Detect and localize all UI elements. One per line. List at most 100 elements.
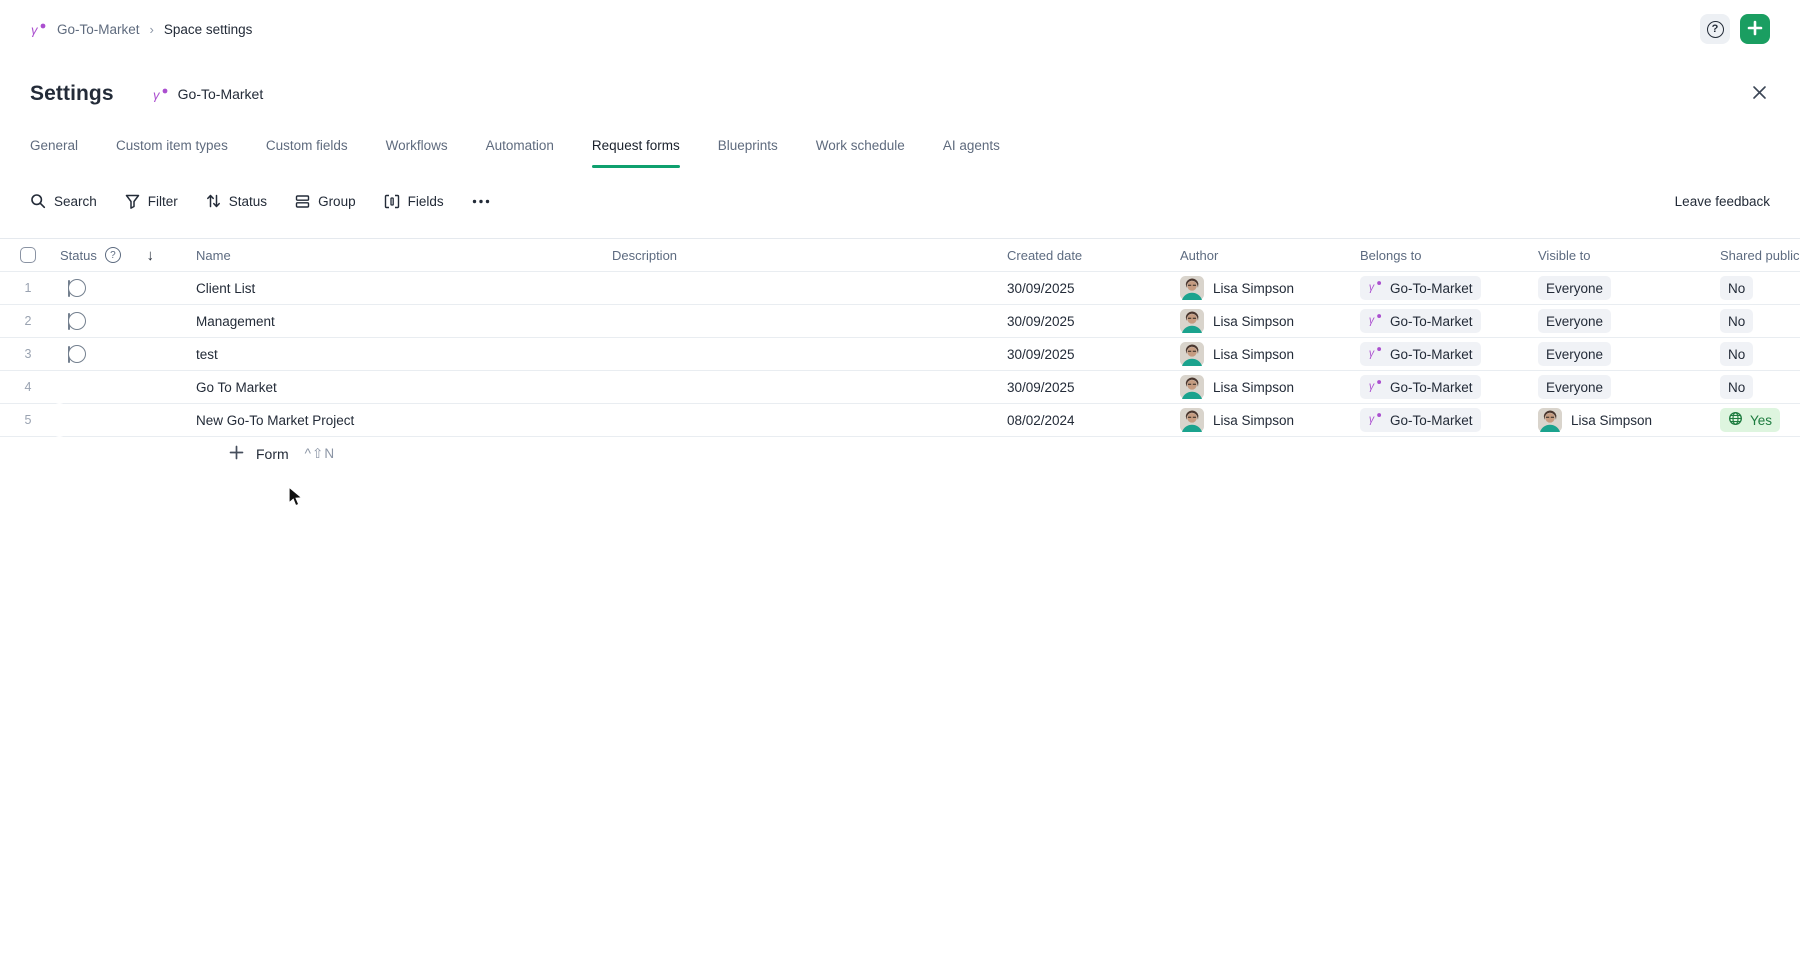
avatar [1180, 375, 1204, 399]
author-cell: Lisa Simpson [1180, 375, 1360, 399]
toolbar-items: Search Filter Status Group Fields [30, 193, 490, 209]
visible-to-label: Everyone [1546, 347, 1603, 362]
add-form-button[interactable]: Form [229, 445, 289, 463]
tab-automation[interactable]: Automation [486, 120, 554, 170]
belongs-to-cell: γGo-To-Market [1360, 342, 1538, 366]
tab-blueprints[interactable]: Blueprints [718, 120, 778, 170]
column-shared-publicly[interactable]: Shared publicly [1715, 248, 1800, 263]
svg-text:γ: γ [1369, 347, 1375, 359]
status-cell [56, 314, 196, 329]
ellipsis-icon [472, 199, 490, 204]
space-chip-label: Go-To-Market [1390, 314, 1473, 329]
space-chip[interactable]: γGo-To-Market [1360, 276, 1481, 300]
space-chip[interactable]: γGo-To-Market [1360, 408, 1481, 432]
column-status[interactable]: Status [60, 248, 97, 263]
space-chip[interactable]: γGo-To-Market [1360, 309, 1481, 333]
plus-icon [1747, 20, 1763, 39]
status-cell [56, 347, 196, 362]
add-button[interactable] [1740, 14, 1770, 44]
shared-chip[interactable]: Yes [1720, 408, 1780, 432]
visible-to-cell: Lisa Simpson [1538, 408, 1715, 432]
shared-label: No [1728, 314, 1745, 329]
visible-to-user: Lisa Simpson [1571, 413, 1652, 428]
author-name: Lisa Simpson [1213, 380, 1294, 395]
created-date: 30/09/2025 [1007, 314, 1180, 329]
tab-ai-agents[interactable]: AI agents [943, 120, 1000, 170]
space-chip[interactable]: γGo-To-Market [1360, 375, 1481, 399]
column-name[interactable]: Name [196, 248, 612, 263]
visible-to-chip[interactable]: Everyone [1538, 276, 1611, 300]
help-button[interactable]: ? [1700, 14, 1730, 44]
shared-publicly-cell: No [1715, 276, 1800, 300]
topbar-actions: ? [1700, 14, 1770, 44]
avatar [1180, 408, 1204, 432]
svg-text:γ: γ [1369, 281, 1375, 293]
shared-chip[interactable]: No [1720, 309, 1753, 333]
row-number: 4 [0, 380, 56, 394]
table-row: 4Go To Market30/09/2025Lisa SimpsonγGo-T… [0, 371, 1800, 404]
svg-text:γ: γ [1369, 413, 1375, 425]
breadcrumb: γ Go-To-Market › Space settings [30, 21, 252, 38]
fields-label: Fields [408, 194, 444, 209]
question-icon: ? [1707, 21, 1724, 38]
tab-general[interactable]: General [30, 120, 78, 170]
column-description[interactable]: Description [612, 248, 1007, 263]
row-number: 1 [0, 281, 56, 295]
shared-chip[interactable]: No [1720, 342, 1753, 366]
request-forms-table: Status ? ↓ Name Description Created date… [0, 238, 1800, 471]
status-help-icon[interactable]: ? [105, 247, 121, 263]
form-name[interactable]: test [196, 347, 612, 362]
close-button[interactable] [1744, 79, 1774, 109]
sort-descending-icon[interactable]: ↓ [147, 247, 155, 264]
form-name[interactable]: Go To Market [196, 380, 612, 395]
visible-to-chip[interactable]: Everyone [1538, 375, 1611, 399]
status-toggle[interactable] [68, 280, 70, 297]
column-created-date[interactable]: Created date [1007, 248, 1180, 263]
status-toggle[interactable] [68, 313, 70, 330]
author-name: Lisa Simpson [1213, 314, 1294, 329]
top-bar: γ Go-To-Market › Space settings ? [0, 0, 1800, 58]
group-button[interactable]: Group [295, 194, 356, 209]
space-icon: γ [1368, 378, 1383, 396]
mouse-cursor [288, 486, 305, 511]
form-name[interactable]: Management [196, 314, 612, 329]
space-icon: γ [152, 86, 169, 103]
column-author[interactable]: Author [1180, 248, 1360, 263]
author-cell: Lisa Simpson [1180, 276, 1360, 300]
column-belongs-to[interactable]: Belongs to [1360, 248, 1538, 263]
status-button[interactable]: Status [206, 193, 267, 209]
tab-custom-item-types[interactable]: Custom item types [116, 120, 228, 170]
filter-button[interactable]: Filter [125, 194, 178, 209]
fields-button[interactable]: Fields [384, 194, 444, 209]
breadcrumb-space[interactable]: Go-To-Market [57, 22, 140, 37]
row-number: 5 [0, 413, 56, 427]
shared-publicly-cell: Yes [1715, 408, 1800, 432]
belongs-to-cell: γGo-To-Market [1360, 276, 1538, 300]
visible-to-chip[interactable]: Everyone [1538, 342, 1611, 366]
tab-custom-fields[interactable]: Custom fields [266, 120, 348, 170]
space-icon: γ [1368, 279, 1383, 297]
status-label: Status [229, 194, 267, 209]
form-name[interactable]: Client List [196, 281, 612, 296]
status-toggle[interactable] [68, 346, 70, 363]
shared-chip[interactable]: No [1720, 276, 1753, 300]
visible-to-chip[interactable]: Everyone [1538, 309, 1611, 333]
search-button[interactable]: Search [30, 193, 97, 209]
space-icon: γ [1368, 411, 1383, 429]
space-chip[interactable]: γGo-To-Market [1360, 342, 1481, 366]
space-icon: γ [30, 21, 47, 38]
leave-feedback-link[interactable]: Leave feedback [1675, 194, 1770, 209]
more-button[interactable] [472, 199, 490, 204]
table-header-row: Status ? ↓ Name Description Created date… [0, 238, 1800, 272]
shared-chip[interactable]: No [1720, 375, 1753, 399]
column-visible-to[interactable]: Visible to [1538, 248, 1715, 263]
visible-to-cell: Everyone [1538, 309, 1715, 333]
search-label: Search [54, 194, 97, 209]
tab-request-forms[interactable]: Request forms [592, 120, 680, 170]
tab-workflows[interactable]: Workflows [386, 120, 448, 170]
tab-work-schedule[interactable]: Work schedule [816, 120, 905, 170]
form-name[interactable]: New Go-To Market Project [196, 413, 612, 428]
shared-publicly-cell: No [1715, 309, 1800, 333]
select-all-checkbox[interactable] [20, 247, 36, 263]
sort-arrows-icon [206, 193, 221, 209]
